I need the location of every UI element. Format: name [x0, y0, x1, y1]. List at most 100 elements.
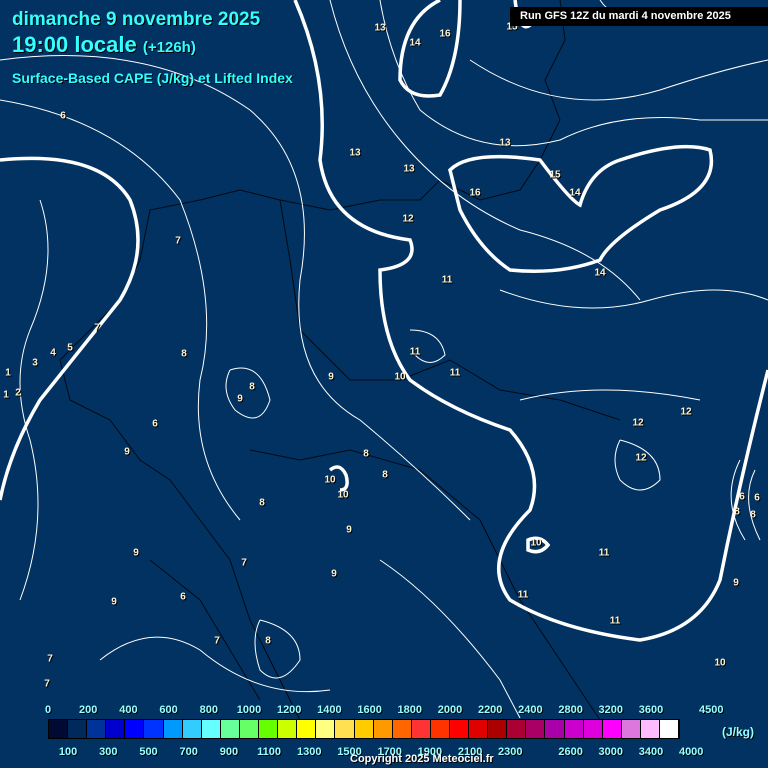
legend-swatch — [430, 720, 450, 738]
contour-label: 6 — [754, 492, 760, 504]
contour-label: 9 — [346, 524, 352, 536]
contour-label: 5 — [67, 342, 73, 354]
contour-label: 9 — [328, 371, 334, 383]
legend-tick-label: 2000 — [437, 704, 463, 716]
legend-swatch — [125, 720, 145, 738]
legend-swatch — [87, 720, 107, 738]
contour-label: 12 — [402, 213, 414, 225]
legend-tick-label: 500 — [139, 746, 158, 758]
legend-swatch — [449, 720, 470, 738]
legend-swatch — [297, 720, 317, 738]
contour-label: 11 — [609, 615, 621, 627]
contour-label: 8 — [382, 469, 388, 481]
legend-tick-label: 4500 — [699, 704, 724, 716]
contour-label: 8 — [265, 635, 271, 647]
legend-swatch — [68, 720, 88, 738]
legend-swatch — [354, 720, 374, 738]
contour-label: 1 — [3, 389, 9, 401]
legend-swatch — [49, 720, 69, 738]
legend-swatch — [469, 720, 489, 738]
contour-layer — [0, 0, 768, 721]
contour-label: 12 — [680, 406, 692, 418]
legend-swatch — [239, 720, 260, 738]
legend-tick-label: 4000 — [678, 746, 704, 758]
contour-label: 9 — [733, 577, 739, 589]
legend-tick-label: 1600 — [357, 704, 382, 716]
contour-label: 14 — [409, 37, 421, 49]
contour-label: 6 — [180, 591, 186, 603]
legend-swatch — [545, 720, 565, 738]
contour-label: 7 — [94, 322, 100, 334]
lead-time: (+126h) — [142, 39, 196, 56]
forecast-date: dimanche 9 novembre 2025 — [12, 9, 261, 30]
contour-label: 12 — [635, 452, 647, 464]
legend-tick-label: 1300 — [297, 746, 322, 758]
contour-label: 7 — [175, 235, 181, 247]
contour-label: 10 — [324, 474, 336, 486]
legend-swatch — [278, 720, 298, 738]
legend-tick-label: 1200 — [276, 704, 302, 716]
legend-tick-label: 0 — [44, 704, 52, 716]
legend-swatch — [621, 720, 641, 738]
legend-swatch — [373, 720, 393, 738]
contour-label: 15 — [549, 169, 561, 181]
legend-swatch — [507, 720, 527, 738]
legend-tick-label: 1400 — [317, 704, 342, 716]
legend-swatch — [259, 720, 279, 738]
contour-label: 8 — [181, 348, 187, 360]
contour-label: 13 — [374, 22, 386, 34]
legend-tick-label: 1800 — [397, 704, 423, 716]
contour-label: 8 — [363, 448, 369, 460]
contour-label: 13 — [499, 137, 511, 149]
contour-label: 14 — [569, 187, 581, 199]
legend-swatch — [488, 720, 508, 738]
cape-color-legend — [48, 719, 681, 739]
contour-label: 14 — [594, 267, 606, 279]
legend-swatch — [411, 720, 431, 738]
contour-label: 9 — [111, 596, 117, 608]
legend-swatch — [526, 720, 546, 738]
contour-label: 11 — [517, 589, 529, 601]
legend-swatch — [392, 720, 412, 738]
legend-swatch — [182, 720, 202, 738]
contour-label: 13 — [349, 147, 361, 159]
contour-label: 3 — [32, 357, 38, 369]
local-time: 19:00 locale — [12, 32, 137, 57]
legend-tick-label: 200 — [79, 704, 98, 716]
legend-swatch — [316, 720, 336, 738]
contour-label: 8 — [750, 509, 756, 521]
contour-label: 9 — [237, 393, 243, 405]
legend-tick-label: 2200 — [477, 704, 503, 716]
contour-label: 10 — [714, 657, 726, 669]
legend-tick-label: 3600 — [638, 704, 664, 716]
forecast-time: 19:00 locale (+126h) — [12, 32, 196, 58]
legend-tick-label: 600 — [159, 704, 178, 716]
legend-swatch — [583, 720, 603, 738]
contour-label: 8 — [734, 506, 740, 518]
contour-label: 11 — [449, 367, 461, 379]
legend-tick-label: 2300 — [498, 746, 523, 758]
legend-tick-label: 3400 — [638, 746, 664, 758]
legend-swatch — [201, 720, 221, 738]
model-run-banner: Run GFS 12Z du mardi 4 novembre 2025 — [510, 7, 768, 26]
contour-label: 11 — [441, 274, 453, 286]
legend-swatch — [163, 720, 183, 738]
contour-label: 7 — [47, 653, 53, 665]
contour-label: 9 — [133, 547, 139, 559]
legend-tick-label: 1100 — [257, 746, 282, 758]
contour-label: 2 — [15, 387, 21, 399]
contour-label: 1 — [5, 367, 11, 379]
legend-tick-label: 2800 — [558, 704, 583, 716]
contour-label: 6 — [152, 418, 158, 430]
legend-swatch — [564, 720, 584, 738]
thin-contours — [0, 0, 768, 719]
contour-label: 16 — [469, 187, 481, 199]
contour-label: 7 — [44, 678, 50, 690]
legend-tick-label: 1000 — [236, 704, 262, 716]
legend-tick-label: 3000 — [598, 746, 624, 758]
legend-tick-label: 2600 — [558, 746, 583, 758]
legend-swatch — [660, 720, 680, 738]
legend-tick-label: 2400 — [518, 704, 543, 716]
parameter-title: Surface-Based CAPE (J/kg) et Lifted Inde… — [12, 70, 293, 86]
contour-label: 10 — [394, 371, 406, 383]
